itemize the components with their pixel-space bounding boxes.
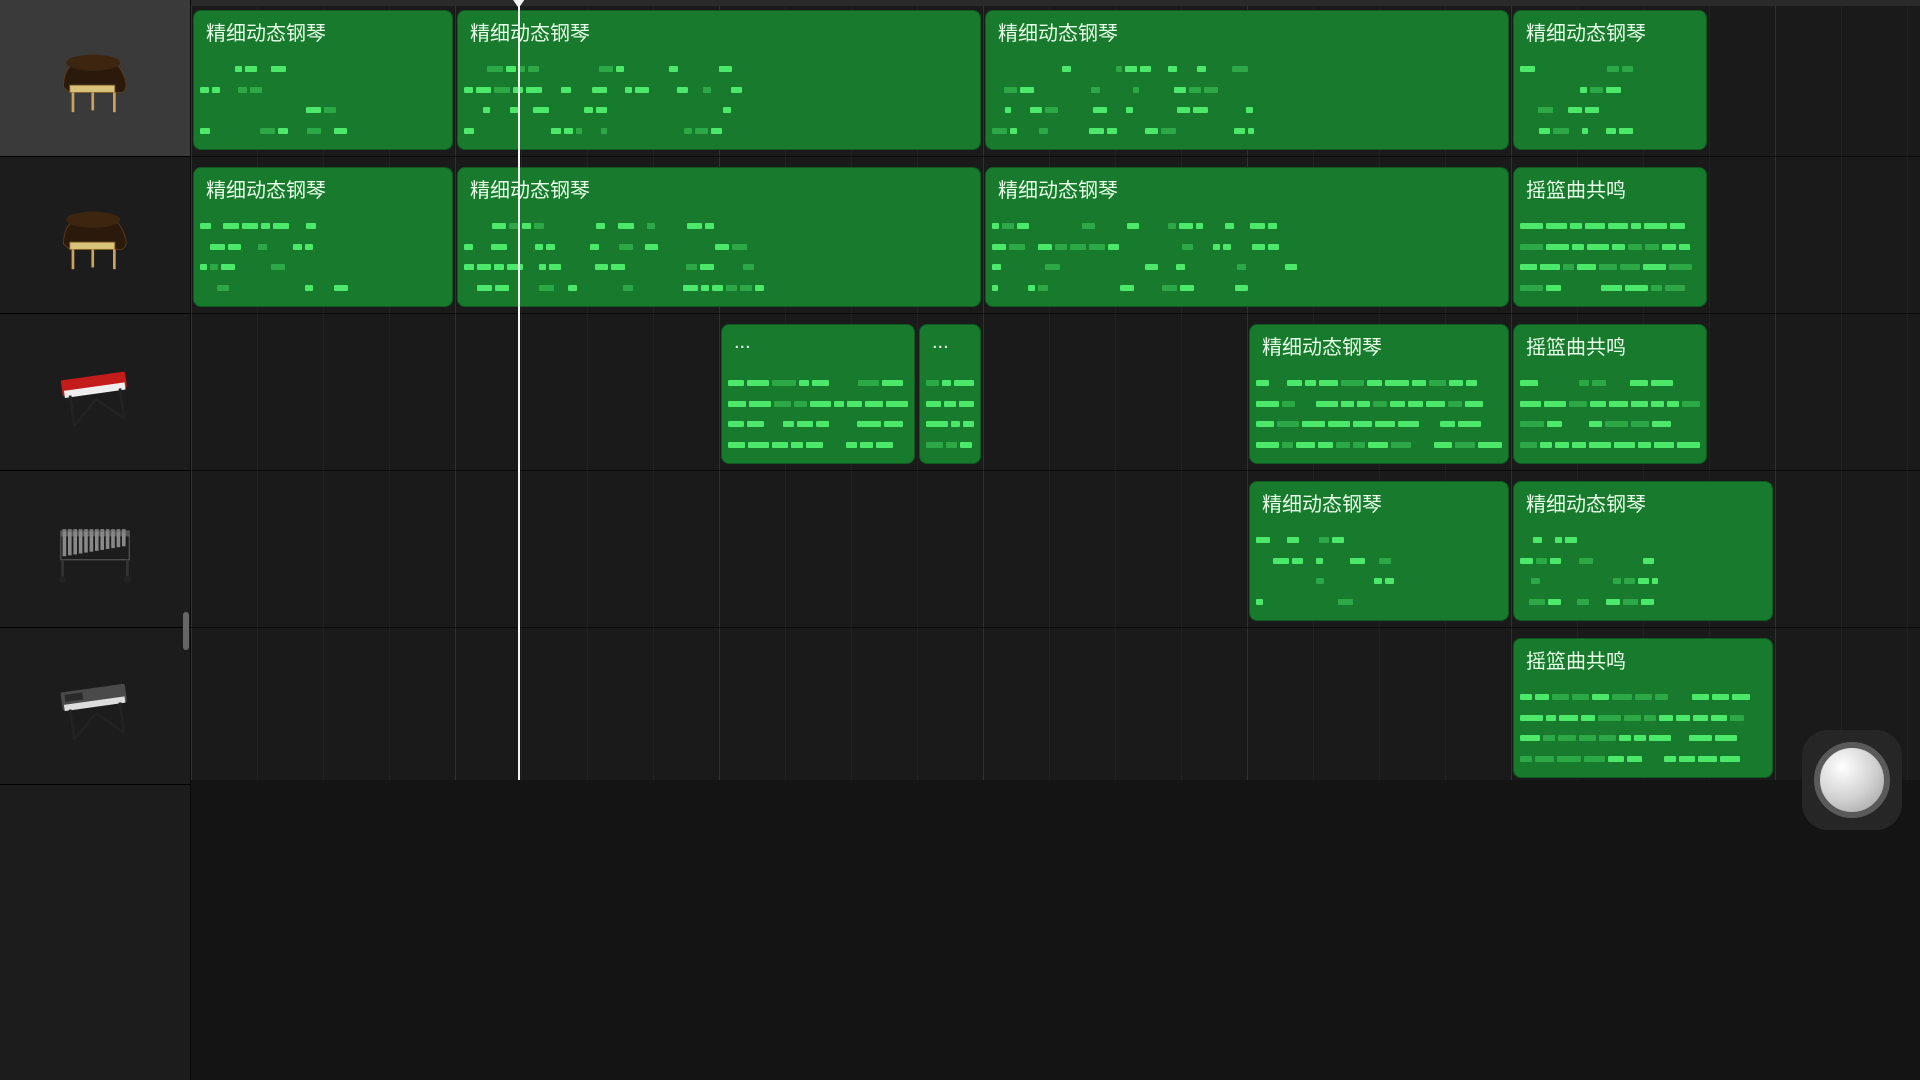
region-label: 摇篮曲共鸣: [1526, 331, 1698, 360]
region-label: ...: [734, 331, 906, 354]
region-label: 精细动态钢琴: [470, 174, 972, 203]
assistive-touch-button[interactable]: [1802, 730, 1902, 830]
midi-region[interactable]: 精细动态钢琴: [1249, 324, 1509, 464]
region-label: 精细动态钢琴: [1262, 331, 1500, 360]
midi-region[interactable]: 摇篮曲共鸣: [1513, 167, 1707, 307]
track-header[interactable]: [0, 157, 190, 314]
grand-piano-icon: [50, 33, 140, 123]
region-label: 精细动态钢琴: [470, 17, 972, 46]
region-label: 精细动态钢琴: [206, 174, 444, 203]
synth-keyboard-icon: [50, 661, 140, 751]
midi-region[interactable]: 精细动态钢琴: [193, 10, 453, 150]
track-header[interactable]: [0, 628, 190, 785]
playhead[interactable]: [518, 0, 520, 780]
vertical-scroll-thumb[interactable]: [183, 612, 189, 650]
midi-region[interactable]: 精细动态钢琴: [1513, 10, 1707, 150]
midi-region[interactable]: 摇篮曲共鸣: [1513, 638, 1773, 778]
midi-region[interactable]: 精细动态钢琴: [985, 167, 1509, 307]
track-header-list: [0, 0, 191, 1080]
track-header[interactable]: [0, 471, 190, 628]
arrangement-area[interactable]: 精细动态钢琴精细动态钢琴精细动态钢琴精细动态钢琴精细动态钢琴精细动态钢琴精细动态…: [191, 0, 1920, 1080]
track-lane[interactable]: 精细动态钢琴精细动态钢琴精细动态钢琴摇篮曲共鸣: [191, 157, 1920, 314]
track-header[interactable]: [0, 0, 190, 157]
vibraphone-icon: [50, 504, 140, 594]
midi-region[interactable]: 摇篮曲共鸣: [1513, 324, 1707, 464]
region-label: 摇篮曲共鸣: [1526, 174, 1698, 203]
region-label: 精细动态钢琴: [1526, 488, 1764, 517]
region-label: ...: [932, 331, 972, 354]
assistive-touch-icon: [1814, 742, 1890, 818]
midi-region[interactable]: ...: [721, 324, 915, 464]
region-label: 精细动态钢琴: [1262, 488, 1500, 517]
midi-region[interactable]: ...: [919, 324, 981, 464]
midi-region[interactable]: 精细动态钢琴: [985, 10, 1509, 150]
track-lane[interactable]: 摇篮曲共鸣: [191, 628, 1920, 785]
grand-piano-icon: [50, 190, 140, 280]
midi-region[interactable]: 精细动态钢琴: [1513, 481, 1773, 621]
track-header[interactable]: [0, 314, 190, 471]
timeline-ruler[interactable]: [191, 0, 1920, 6]
midi-region[interactable]: 精细动态钢琴: [193, 167, 453, 307]
region-label: 精细动态钢琴: [998, 17, 1500, 46]
midi-region[interactable]: 精细动态钢琴: [457, 10, 981, 150]
track-lane[interactable]: 精细动态钢琴精细动态钢琴精细动态钢琴精细动态钢琴: [191, 0, 1920, 157]
region-label: 精细动态钢琴: [206, 17, 444, 46]
region-label: 摇篮曲共鸣: [1526, 645, 1764, 674]
midi-region[interactable]: 精细动态钢琴: [457, 167, 981, 307]
midi-region[interactable]: 精细动态钢琴: [1249, 481, 1509, 621]
track-lane[interactable]: 精细动态钢琴精细动态钢琴: [191, 471, 1920, 628]
red-keyboard-icon: [50, 347, 140, 437]
daw-arrangement-view: 精细动态钢琴精细动态钢琴精细动态钢琴精细动态钢琴精细动态钢琴精细动态钢琴精细动态…: [0, 0, 1920, 1080]
track-lane[interactable]: ...... 精细动态钢琴摇篮曲共鸣: [191, 314, 1920, 471]
region-label: 精细动态钢琴: [1526, 17, 1698, 46]
region-label: 精细动态钢琴: [998, 174, 1500, 203]
